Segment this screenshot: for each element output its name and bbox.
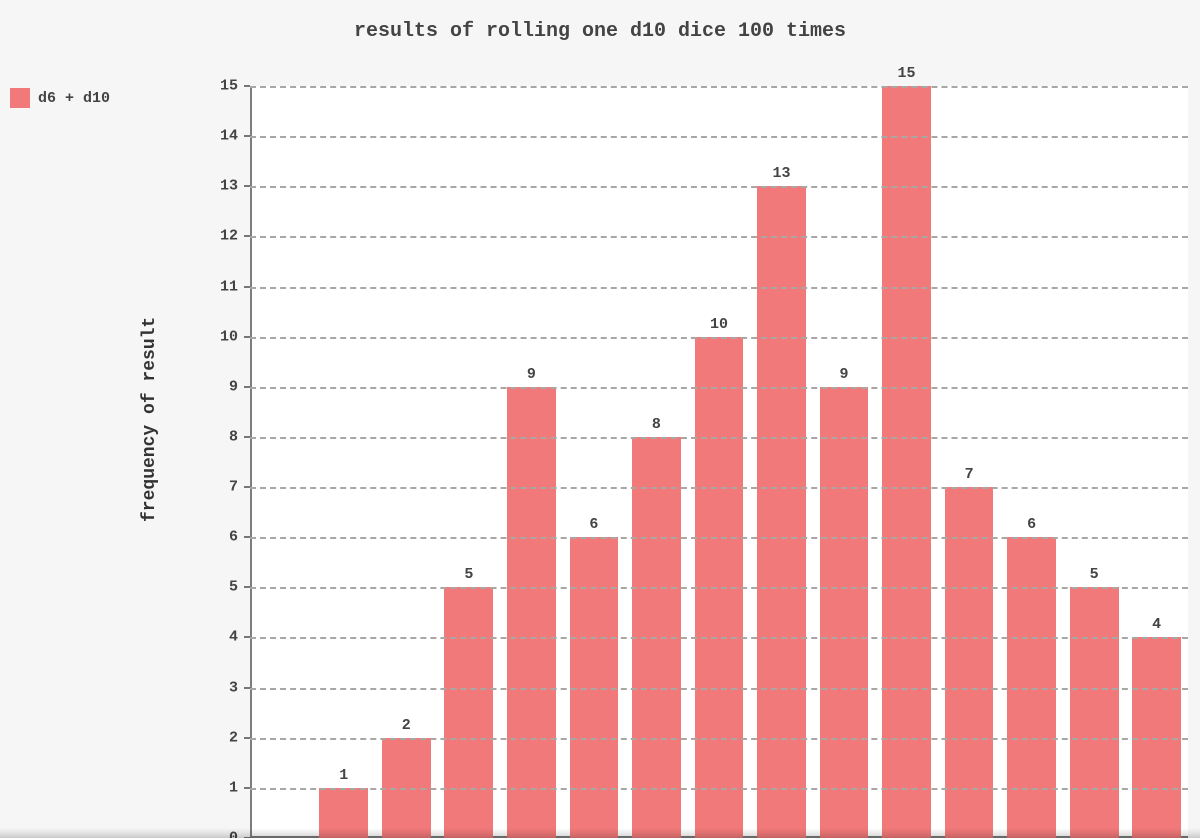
bar-slot: 13 [750,86,813,838]
bar-slot: 7 [938,86,1001,838]
ytick-mark [244,336,250,338]
ytick-mark [244,135,250,137]
ytick-mark [244,636,250,638]
plot-area: 12596810139157654 0123456789101112131415 [250,86,1188,838]
ytick-label: 14 [220,128,238,145]
bar-slot: 6 [563,86,626,838]
legend: d6 + d10 [10,88,110,108]
ytick-label: 7 [229,479,238,496]
ytick-label: 2 [229,729,238,746]
ytick-label: 1 [229,779,238,796]
ytick-mark [244,787,250,789]
bar: 1 [319,788,368,838]
gridline [250,236,1188,238]
ytick-mark [244,687,250,689]
bar-slot: 15 [875,86,938,838]
ytick-label: 4 [229,629,238,646]
bar-slot: 9 [500,86,563,838]
chart-title: results of rolling one d10 dice 100 time… [0,20,1200,43]
gridline [250,186,1188,188]
bar: 7 [945,487,994,838]
gridline [250,537,1188,539]
bar-slot: 9 [813,86,876,838]
chart-page: results of rolling one d10 dice 100 time… [0,0,1200,838]
gridline [250,437,1188,439]
gridline [250,337,1188,339]
y-axis-label: frequency of result [140,0,160,838]
bar-value-label: 6 [1027,516,1036,533]
gridline [250,738,1188,740]
bar-slot: 2 [375,86,438,838]
bar: 15 [882,86,931,838]
ytick-label: 8 [229,428,238,445]
gridline [250,788,1188,790]
legend-label: d6 + d10 [38,90,110,107]
bar: 5 [1070,587,1119,838]
bar-slot: 6 [1000,86,1063,838]
gridline [250,136,1188,138]
bar-slot: 5 [1063,86,1126,838]
ytick-mark [244,737,250,739]
ytick-label: 9 [229,378,238,395]
bar-value-label: 13 [772,165,790,182]
bar-value-label: 1 [339,767,348,784]
ytick-mark [244,436,250,438]
ytick-mark [244,185,250,187]
ytick-mark [244,85,250,87]
ytick-label: 6 [229,529,238,546]
bar: 13 [757,186,806,838]
bar-value-label: 9 [840,366,849,383]
ytick-mark [244,235,250,237]
bar-slot: 10 [688,86,751,838]
ytick-label: 11 [220,278,238,295]
bar-value-label: 10 [710,316,728,333]
ytick-label: 10 [220,328,238,345]
bar-value-label: 8 [652,416,661,433]
bar-value-label: 15 [898,65,916,82]
bar-value-label: 2 [402,717,411,734]
ytick-mark [244,286,250,288]
gridline [250,86,1188,88]
gridline [250,587,1188,589]
bar-value-label: 6 [589,516,598,533]
bar-slot: 8 [625,86,688,838]
bar-value-label: 5 [464,566,473,583]
ytick-mark [244,386,250,388]
ytick-mark [244,586,250,588]
ytick-mark [244,486,250,488]
bar-slot: 4 [1125,86,1188,838]
bar-value-label: 9 [527,366,536,383]
ytick-mark [244,536,250,538]
bar-slot: 1 [313,86,376,838]
bar: 9 [507,387,556,838]
ytick-label: 0 [229,830,238,838]
bar-value-label: 7 [965,466,974,483]
bars-container: 12596810139157654 [250,86,1188,838]
ytick-label: 3 [229,679,238,696]
bar-slot [250,86,313,838]
bar-value-label: 4 [1152,616,1161,633]
bar: 5 [444,587,493,838]
gridline [250,287,1188,289]
ytick-label: 13 [220,178,238,195]
ytick-label: 5 [229,579,238,596]
ytick-label: 15 [220,78,238,95]
gridline [250,688,1188,690]
ytick-label: 12 [220,228,238,245]
bar-value-label: 5 [1090,566,1099,583]
bar-slot: 5 [438,86,501,838]
gridline [250,487,1188,489]
gridline [250,637,1188,639]
gridline [250,387,1188,389]
legend-swatch [10,88,30,108]
bar: 9 [820,387,869,838]
